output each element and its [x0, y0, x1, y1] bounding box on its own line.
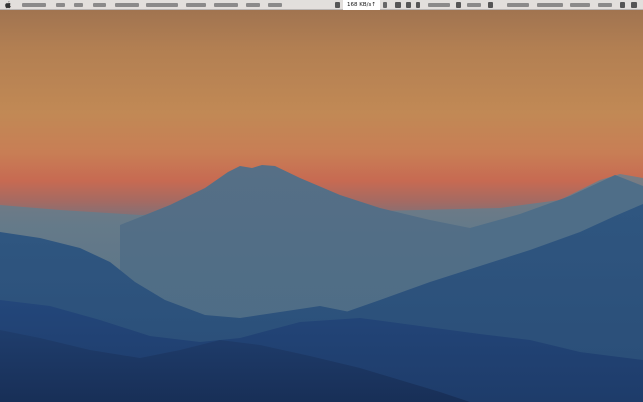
menu-item[interactable]: [56, 3, 65, 7]
menu-item[interactable]: [268, 3, 282, 7]
clock-icon[interactable]: [488, 2, 493, 8]
net-activity-icon[interactable]: [335, 2, 340, 8]
status-menu-item[interactable]: [507, 3, 529, 7]
desktop-wallpaper: [0, 0, 643, 402]
menu-item[interactable]: [74, 3, 83, 7]
spotlight-icon[interactable]: [620, 2, 625, 8]
battery-icon[interactable]: [456, 2, 461, 8]
status-menu-item[interactable]: [598, 3, 612, 7]
volume-icon[interactable]: [406, 2, 411, 8]
menu-item[interactable]: [146, 3, 178, 7]
apple-icon[interactable]: [5, 0, 11, 10]
menu-item[interactable]: [115, 3, 139, 7]
display-icon[interactable]: [395, 2, 401, 8]
menu-bar: 168 KB/s↑: [0, 0, 643, 10]
notification-icon[interactable]: [631, 2, 637, 8]
status-menu-item[interactable]: [570, 3, 590, 7]
bluetooth-icon[interactable]: [416, 2, 420, 8]
menu-item[interactable]: [93, 3, 106, 7]
menu-item[interactable]: [22, 3, 46, 7]
menu-item[interactable]: [214, 3, 238, 7]
status-menu-item[interactable]: [467, 3, 481, 7]
menu-item[interactable]: [246, 3, 260, 7]
status-menu-item[interactable]: [537, 3, 563, 7]
status-menu-item[interactable]: [428, 3, 450, 7]
network-speed-readout[interactable]: 168 KB/s↑: [343, 0, 380, 10]
menu-item[interactable]: [186, 3, 206, 7]
wifi-icon[interactable]: [383, 2, 387, 8]
